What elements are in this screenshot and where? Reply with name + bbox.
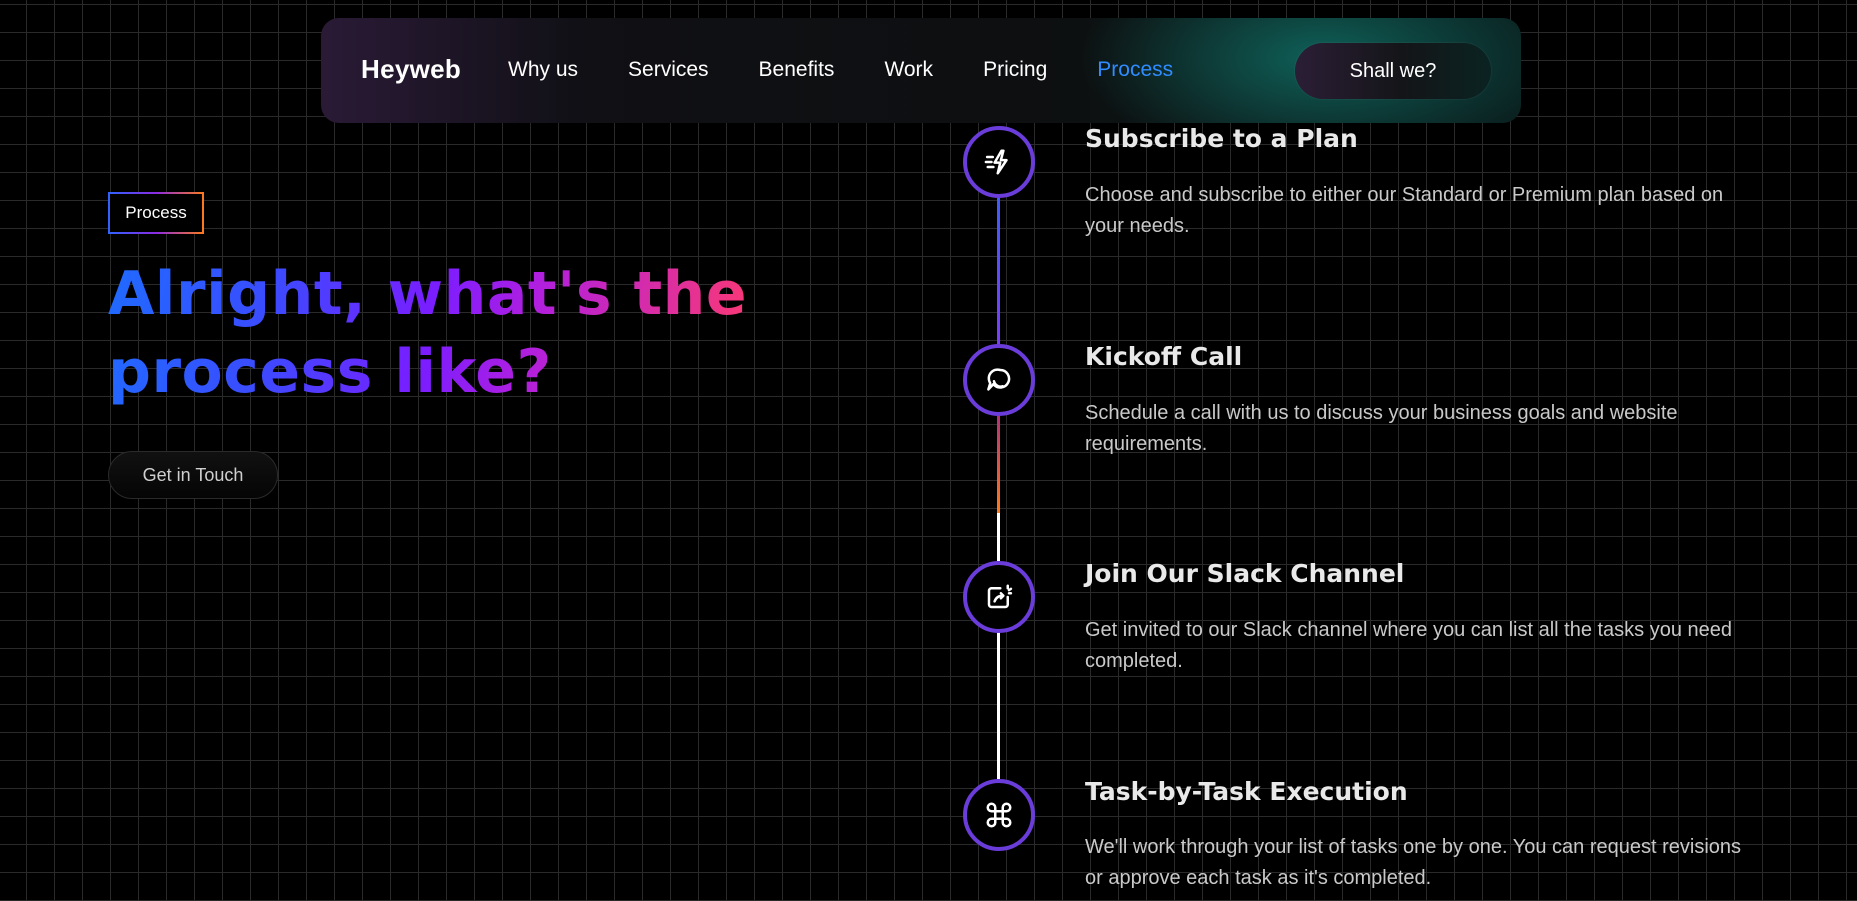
step-title: Subscribe to a Plan: [1085, 124, 1358, 153]
nav-link-services[interactable]: Services: [628, 58, 709, 82]
step-marker: [963, 126, 1035, 198]
nav-link-pricing[interactable]: Pricing: [983, 58, 1047, 82]
step-title: Join Our Slack Channel: [1085, 559, 1405, 588]
nav-link-benefits[interactable]: Benefits: [759, 58, 835, 82]
step-description: Schedule a call with us to discuss your …: [1085, 402, 1678, 455]
nav-link-why-us[interactable]: Why us: [508, 58, 578, 82]
nav-link-process[interactable]: Process: [1097, 58, 1173, 82]
nav-link-work[interactable]: Work: [884, 58, 933, 82]
step-marker: [963, 561, 1035, 633]
get-in-touch-button[interactable]: Get in Touch: [108, 451, 278, 499]
timeline-connector: [997, 196, 1000, 344]
shall-we-button[interactable]: Shall we?: [1295, 43, 1491, 99]
step-marker: [963, 344, 1035, 416]
top-navbar: Heyweb Why us Services Benefits Work Pri…: [321, 18, 1521, 123]
headline-line-2: process like?: [108, 337, 552, 407]
bolt-icon: [984, 149, 1008, 175]
timeline-connector: [997, 513, 1000, 561]
share-sparkle-icon: [987, 584, 1013, 609]
step-description: Choose and subscribe to either our Stand…: [1085, 184, 1724, 237]
headline-line-1: Alright, what's the: [108, 259, 748, 329]
command-icon: [986, 802, 1012, 828]
page-title: Alright, what's the process like?: [108, 255, 748, 411]
timeline-connector: [997, 413, 1000, 513]
chat-bubble-icon: [987, 368, 1011, 391]
nav-links: Why us Services Benefits Work Pricing Pr…: [508, 58, 1223, 82]
timeline-connector: [997, 631, 1000, 779]
section-badge: Process: [108, 192, 204, 234]
step-description: Get invited to our Slack channel where y…: [1085, 619, 1733, 672]
step-title: Kickoff Call: [1085, 342, 1243, 371]
step-description: We'll work through your list of tasks on…: [1085, 836, 1742, 889]
brand-logo[interactable]: Heyweb: [361, 54, 461, 85]
step-marker: [963, 779, 1035, 851]
step-title: Task-by-Task Execution: [1085, 777, 1408, 806]
